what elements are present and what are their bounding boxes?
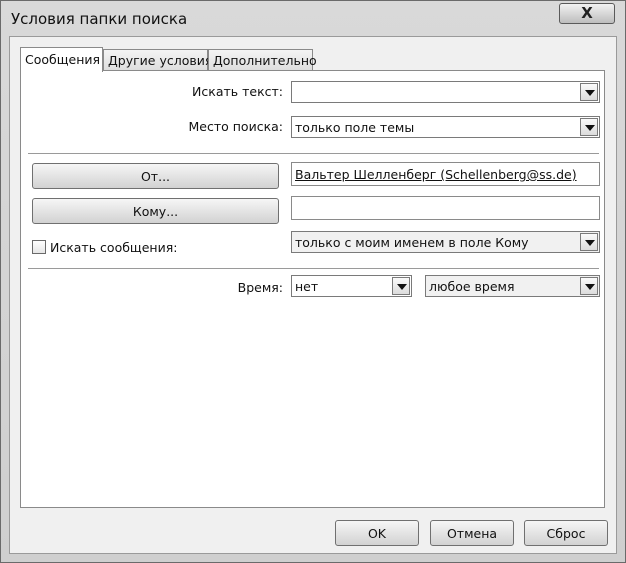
- from-field[interactable]: Вальтер Шелленберг (Schellenberg@ss.de): [291, 162, 600, 186]
- chevron-down-icon[interactable]: [580, 233, 598, 251]
- separator-1: [28, 153, 599, 154]
- tab-messages[interactable]: Сообщения: [20, 47, 103, 72]
- to-field[interactable]: [291, 196, 600, 220]
- tab-other-criteria-label: Другие условия: [108, 53, 213, 68]
- tab-other-criteria[interactable]: Другие условия: [103, 49, 212, 70]
- separator-2: [28, 268, 599, 269]
- where-value: только с моим именем в поле Кому: [295, 235, 529, 250]
- to-button[interactable]: Кому...: [32, 198, 279, 224]
- chevron-down-icon[interactable]: [580, 118, 598, 136]
- time-range-value: любое время: [429, 279, 515, 294]
- search-text-combo[interactable]: [291, 81, 600, 103]
- close-button[interactable]: X: [559, 3, 615, 24]
- title-bar: Условия папки поиска X: [1, 1, 625, 37]
- tab-advanced-label: Дополнительно: [213, 53, 317, 68]
- messages-tab-panel: Искать текст: Место поиска: только поле …: [20, 70, 605, 508]
- tab-messages-label: Сообщения: [25, 52, 101, 67]
- chevron-down-icon[interactable]: [580, 277, 598, 295]
- search-in-select[interactable]: только поле темы: [291, 116, 600, 138]
- cancel-button[interactable]: Отмена: [430, 520, 514, 546]
- close-icon: X: [581, 4, 593, 22]
- where-checkbox[interactable]: [32, 240, 46, 254]
- reset-button[interactable]: Сброс: [524, 520, 608, 546]
- search-text-label: Искать текст:: [192, 84, 283, 99]
- dialog-title: Условия папки поиска: [11, 10, 188, 28]
- time-label: Время:: [237, 280, 283, 295]
- where-select[interactable]: только с моим именем в поле Кому: [291, 231, 600, 253]
- time-field-value: нет: [295, 279, 319, 294]
- time-range-select[interactable]: любое время: [425, 275, 600, 297]
- search-folder-criteria-dialog: Условия папки поиска X Сообщения Другие …: [0, 0, 626, 563]
- time-field-select[interactable]: нет: [291, 275, 412, 297]
- ok-button[interactable]: OK: [335, 520, 419, 546]
- tab-advanced[interactable]: Дополнительно: [208, 49, 317, 70]
- where-checkbox-label: Искать сообщения:: [50, 240, 178, 255]
- chevron-down-icon[interactable]: [580, 83, 598, 101]
- chevron-down-icon[interactable]: [392, 277, 410, 295]
- dialog-body: Сообщения Другие условия Дополнительно И…: [9, 36, 617, 554]
- search-in-value: только поле темы: [295, 120, 415, 135]
- from-value: Вальтер Шелленберг (Schellenberg@ss.de): [295, 167, 577, 182]
- search-in-label: Место поиска:: [188, 119, 284, 134]
- from-button[interactable]: От...: [32, 163, 279, 189]
